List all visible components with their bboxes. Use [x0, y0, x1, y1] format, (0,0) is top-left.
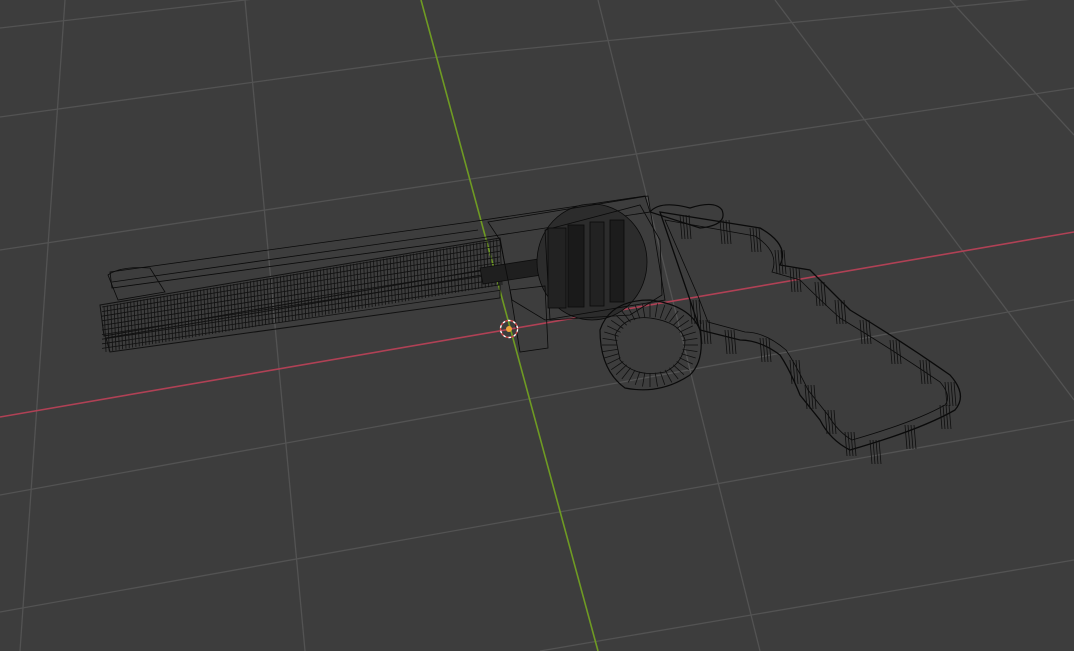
- 3d-viewport[interactable]: [0, 0, 1074, 651]
- viewport-canvas[interactable]: [0, 0, 1074, 651]
